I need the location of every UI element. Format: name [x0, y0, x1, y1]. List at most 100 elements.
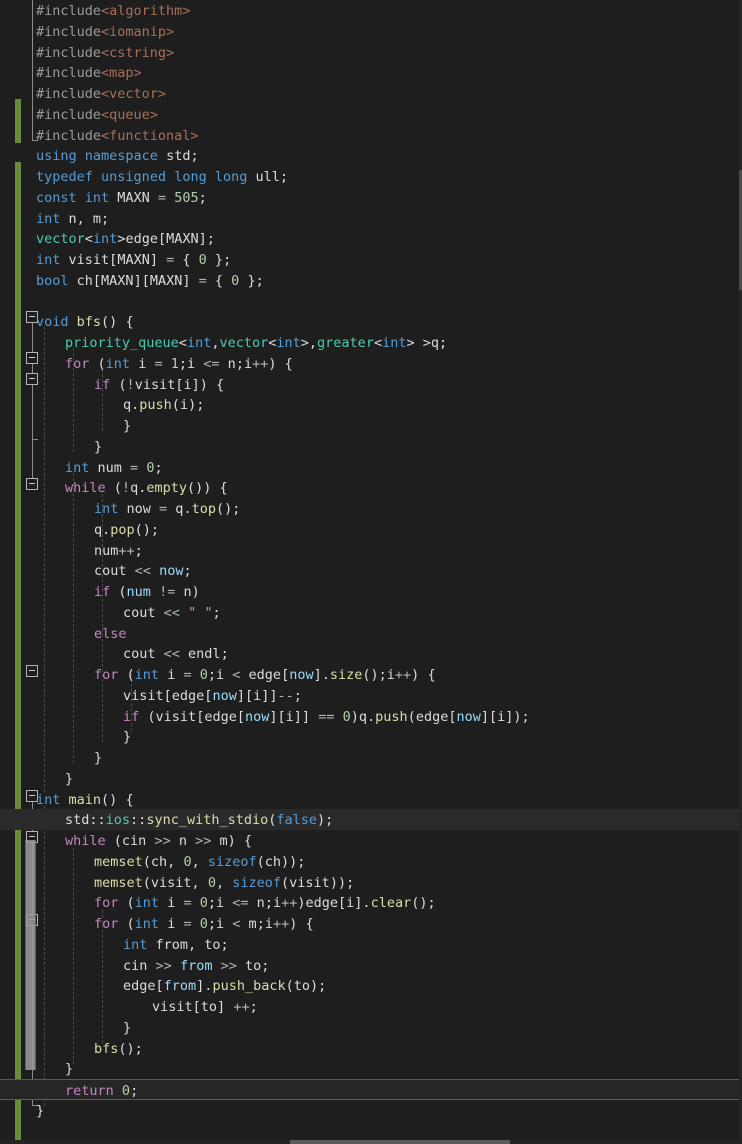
code-line[interactable]: visit[to] ++;: [0, 996, 742, 1017]
code-line[interactable]: typedef unsigned long long ull;: [0, 166, 742, 187]
code-line[interactable]: }: [0, 415, 742, 436]
code-editor[interactable]: #include<algorithm> #include<iomanip> #inc…: [0, 0, 742, 1144]
token-op: <=: [232, 895, 249, 912]
token-num: 0: [199, 667, 208, 683]
token-pre: #include: [36, 86, 102, 102]
token-fn: sync_with_stdio: [146, 812, 269, 829]
code-line[interactable]: #include<vector>: [0, 83, 742, 104]
code-line[interactable]: return 0;: [0, 1079, 742, 1100]
code-line[interactable]: for (int i = 0;i < m;i++) {: [0, 913, 742, 934]
token-num: 0: [121, 1083, 131, 1099]
token-punct: (: [171, 397, 180, 414]
code-line[interactable]: using namespace std;: [0, 145, 742, 166]
token-id: [166, 169, 174, 185]
token-punct: ;: [190, 148, 199, 165]
token-punct: ]]: [293, 708, 311, 725]
code-line[interactable]: int main() {: [0, 789, 742, 810]
code-line[interactable]: #include<functional>: [0, 125, 742, 146]
vertical-scrollbar-thumb[interactable]: [25, 840, 36, 1070]
code-line[interactable]: num++;: [0, 540, 742, 561]
code-line[interactable]: cout << " ";: [0, 602, 742, 623]
token-punct: ][: [480, 708, 498, 725]
code-line[interactable]: for (int i = 0;i <= n;i++)edge[i].clear(…: [0, 892, 742, 913]
code-line[interactable]: [0, 291, 742, 312]
token-fn: empty: [146, 480, 187, 497]
token-id: i: [216, 667, 233, 683]
code-line[interactable]: for (int i = 1;i <= n;i++) {: [0, 353, 742, 374]
token-op: =: [154, 355, 163, 372]
code-line[interactable]: vector<int>edge[MAXN];: [0, 228, 742, 249]
code-line[interactable]: while (cin >> n >> m) {: [0, 830, 742, 851]
code-line[interactable]: q.pop();: [0, 519, 742, 540]
token-id: [192, 916, 200, 932]
token-id: [334, 709, 342, 725]
code-line[interactable]: q.push(i);: [0, 394, 742, 415]
code-line[interactable]: std::ios::sync_with_stdio(false);: [0, 809, 742, 830]
code-line[interactable]: if (num != n): [0, 581, 742, 602]
code-line[interactable]: memset(ch, 0, sizeof(ch));: [0, 851, 742, 872]
code-line[interactable]: #include<queue>: [0, 104, 742, 125]
token-kw: int: [382, 335, 407, 351]
code-line[interactable]: cout << now;: [0, 560, 742, 581]
code-line[interactable]: int n, m;: [0, 208, 742, 229]
code-line[interactable]: visit[edge[now][i]]--;: [0, 685, 742, 706]
code-line[interactable]: bfs();: [0, 1038, 742, 1059]
horizontal-scrollbar-thumb[interactable]: [290, 1140, 510, 1144]
code-line[interactable]: #include<algorithm>: [0, 0, 742, 21]
code-line[interactable]: else: [0, 623, 742, 644]
code-line[interactable]: }: [0, 747, 742, 768]
code-line[interactable]: cin >> from >> to;: [0, 955, 742, 976]
token-punct: [: [192, 999, 201, 1015]
token-kw: const: [36, 189, 77, 206]
code-line-text: for (int i = 0;i < m;i++) {: [36, 914, 314, 935]
code-line[interactable]: int now = q.top();: [0, 498, 742, 519]
code-line[interactable]: bool ch[MAXN][MAXN] = { 0 };: [0, 270, 742, 291]
token-id: [89, 356, 97, 372]
code-line[interactable]: }: [0, 1017, 742, 1038]
token-brace: }: [239, 272, 256, 289]
code-line[interactable]: cout << endl;: [0, 643, 742, 664]
code-line[interactable]: #include<cstring>: [0, 42, 742, 63]
token-num: 0: [199, 895, 208, 912]
code-line[interactable]: while (!q.empty()) {: [0, 477, 742, 498]
token-punct: ::: [130, 812, 147, 829]
code-line[interactable]: }: [0, 768, 742, 789]
code-line[interactable]: if (visit[edge[now][i]] == 0)q.push(edge…: [0, 706, 742, 727]
token-fn: push_back: [212, 978, 286, 995]
code-line[interactable]: priority_queue<int,vector<int>,greater<i…: [0, 332, 742, 353]
token-ctl: for: [65, 355, 90, 372]
code-line-text: }: [36, 727, 131, 748]
code-line[interactable]: int visit[MAXN] = { 0 };: [0, 249, 742, 270]
token-punct: ::: [89, 812, 106, 829]
code-text-area[interactable]: #include<algorithm> #include<iomanip> #inc…: [0, 0, 742, 1144]
token-brace: }: [123, 729, 132, 746]
token-id: edge: [240, 667, 282, 683]
code-line[interactable]: #include<iomanip>: [0, 21, 742, 42]
code-line[interactable]: int num = 0;: [0, 457, 742, 478]
code-line[interactable]: int from, to;: [0, 934, 742, 955]
token-id: [192, 895, 200, 911]
code-line[interactable]: void bfs() {: [0, 311, 742, 332]
token-num: 0: [342, 708, 351, 725]
token-ctl: else: [94, 625, 127, 642]
code-line-text: int now = q.top();: [36, 499, 240, 520]
code-line[interactable]: }: [0, 436, 742, 457]
code-line[interactable]: }: [0, 726, 742, 747]
code-line[interactable]: }: [0, 1100, 742, 1121]
token-id: visit: [155, 708, 197, 725]
code-line-text: #include<iomanip>: [36, 22, 174, 43]
code-line[interactable]: memset(visit, 0, sizeof(visit));: [0, 872, 742, 893]
code-line[interactable]: edge[from].push_back(to);: [0, 975, 742, 996]
token-brace: }: [36, 1102, 45, 1119]
code-line[interactable]: const int MAXN = 505;: [0, 187, 742, 208]
token-num: 0: [207, 874, 216, 891]
code-line[interactable]: }: [0, 1058, 742, 1079]
token-id: q: [94, 521, 103, 538]
token-punct: ): [350, 708, 359, 725]
code-line[interactable]: if (!visit[i]) {: [0, 374, 742, 395]
code-line-text: }: [36, 437, 102, 458]
token-punct: (: [281, 874, 290, 891]
code-line[interactable]: for (int i = 0;i < edge[now].size();i++)…: [0, 664, 742, 685]
code-line-text: visit[to] ++;: [36, 997, 258, 1018]
code-line[interactable]: #include<map>: [0, 62, 742, 83]
